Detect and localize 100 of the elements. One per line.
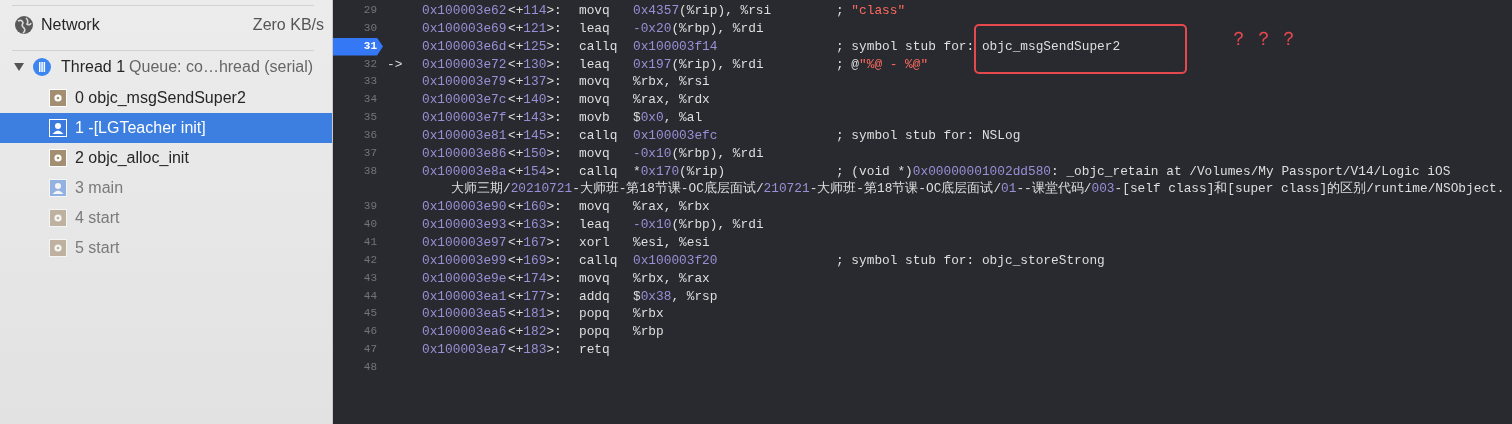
network-label: Network [41,15,100,34]
instruction-mnemonic: addq [579,287,611,306]
line-number: 29 [362,3,378,18]
instruction-address: 0x100003e7c [422,91,508,110]
breakpoint-marker[interactable]: 31 [333,37,383,56]
line-number: 30 [362,20,378,36]
instruction-operand: %rax, %rbx [633,199,710,215]
instruction-address: 0x100003e69 [422,19,508,38]
line-number: 36 [362,127,378,143]
instruction-operand: %rbx, %rsi [633,74,710,90]
instruction-offset: <+137>: [508,73,563,92]
gear-icon [49,209,67,227]
thread-queue: Queue: co…hread (serial) [129,58,314,76]
instruction-address: 0x100003e62 [422,2,508,20]
instruction-offset: <+169>: [508,251,563,270]
network-speed: Zero KB/s [252,15,324,34]
instruction-offset: <+183>: [508,341,563,359]
instruction-offset: <+174>: [508,269,563,288]
instruction-offset: <+181>: [508,305,563,324]
instruction-operand: 0x100003f20 [633,252,718,268]
line-number: 41 [362,234,378,250]
instruction-operand: %rbx, %rax [633,270,710,286]
instruction-mnemonic: xorl [579,233,611,252]
person-icon [49,119,67,137]
line-number: 42 [362,252,378,268]
instruction-address: 0x100003e86 [422,144,508,163]
instruction-mnemonic: callq [579,162,619,181]
instruction-mnemonic: movq [579,269,611,288]
instruction-operand: -0x10(%rbp), %rdi [633,145,764,161]
current-instruction-arrow: -> [387,56,403,72]
instruction-mnemonic: movq [579,144,611,163]
instruction-address: 0x100003e79 [422,73,508,92]
instruction-address: 0x100003e99 [422,251,508,270]
comment-continuation: 大师三期/20210721-大师班-第18节课-OC底层面试/210721-大师班-第18节课-OC底层面试/01--课堂代码/003-[self class]和[super class]的区别/runtime/NSObject. [451,180,1505,199]
instruction-offset: <+145>: [508,126,563,145]
instruction-mnemonic: callq [579,126,619,145]
disclosure-triangle-icon[interactable] [14,62,24,72]
thread-icon [32,57,52,77]
instruction-offset: <+143>: [508,109,563,127]
instruction-mnemonic: movq [579,73,611,92]
instruction-address: 0x100003e97 [422,233,508,252]
thread-name: Thread 1 [61,58,126,76]
instruction-operand: 0x4357(%rip), %rsi [633,3,772,18]
line-number: 44 [362,288,378,304]
instruction-mnemonic: movq [579,2,611,20]
instruction-operand: $0x38, %rsp [633,288,718,304]
instruction-comment: ; symbol stub for: objc_storeStrong [836,251,1105,270]
stack-frame[interactable]: 1 -[LGTeacher init] [0,113,332,143]
instruction-operand: %rbx [633,306,664,322]
instruction-comment: ; symbol stub for: objc_msgSendSuper2 [836,37,1121,56]
instruction-mnemonic: movq [579,198,611,217]
instruction-address: 0x100003e90 [422,198,508,217]
instruction-mnemonic: leaq [579,19,611,38]
instruction-offset: <+154>: [508,162,563,181]
instruction-offset: <+130>: [508,55,563,74]
stack-frame[interactable]: 4 start [0,203,332,233]
instruction-offset: <+182>: [508,323,563,342]
instruction-address: 0x100003ea6 [422,323,508,342]
instruction-mnemonic: popq [579,323,611,342]
instruction-address: 0x100003e7f [422,109,508,127]
instruction-offset: <+163>: [508,216,563,234]
instruction-mnemonic: callq [579,37,619,56]
instruction-offset: <+114>: [508,2,563,20]
instruction-operand: %esi, %esi [633,234,710,250]
instruction-offset: <+177>: [508,287,563,306]
instruction-address: 0x100003e81 [422,126,508,145]
instruction-offset: <+167>: [508,233,563,252]
instruction-mnemonic: popq [579,305,611,324]
instruction-address: 0x100003ea5 [422,305,508,324]
stack-frame[interactable]: 0 objc_msgSendSuper2 [0,83,332,113]
instruction-offset: <+140>: [508,91,563,110]
line-number: 34 [362,92,378,108]
instruction-mnemonic: leaq [579,55,611,74]
instruction-operand: %rax, %rdx [633,92,710,108]
instruction-offset: <+150>: [508,144,563,163]
instruction-address: 0x100003e93 [422,216,508,234]
stack-frame[interactable]: 3 main [0,173,332,203]
instruction-operand: 0x197(%rip), %rdi [633,56,764,72]
line-number: 39 [362,199,378,215]
instruction-address: 0x100003ea1 [422,287,508,306]
instruction-address: 0x100003e72 [422,55,508,74]
instruction-offset: <+125>: [508,37,563,56]
line-number: 32 [362,56,378,72]
instruction-mnemonic: movb [579,109,611,127]
instruction-offset: <+160>: [508,198,563,217]
stack-frame[interactable]: 2 objc_alloc_init [0,143,332,173]
instruction-comment: ; (void *)0x00000001002dd580: _objc_retain at /Volumes/My Passport/V14/Logic iOS [836,162,1451,181]
instruction-comment: ; @"%@ - %@" [836,55,929,74]
instruction-address: 0x100003e6d [422,37,508,56]
line-number: 33 [362,74,378,90]
line-number: 38 [362,163,378,179]
line-number: 47 [362,342,378,358]
stack-frame[interactable]: 5 start [0,233,332,263]
line-number: 37 [362,145,378,161]
instruction-address: 0x100003e9e [422,269,508,288]
instruction-operand: -0x20(%rbp), %rdi [633,20,764,36]
line-number: 46 [362,324,378,340]
instruction-offset: <+121>: [508,19,563,38]
globe-icon [14,14,34,35]
person-icon [49,179,67,197]
